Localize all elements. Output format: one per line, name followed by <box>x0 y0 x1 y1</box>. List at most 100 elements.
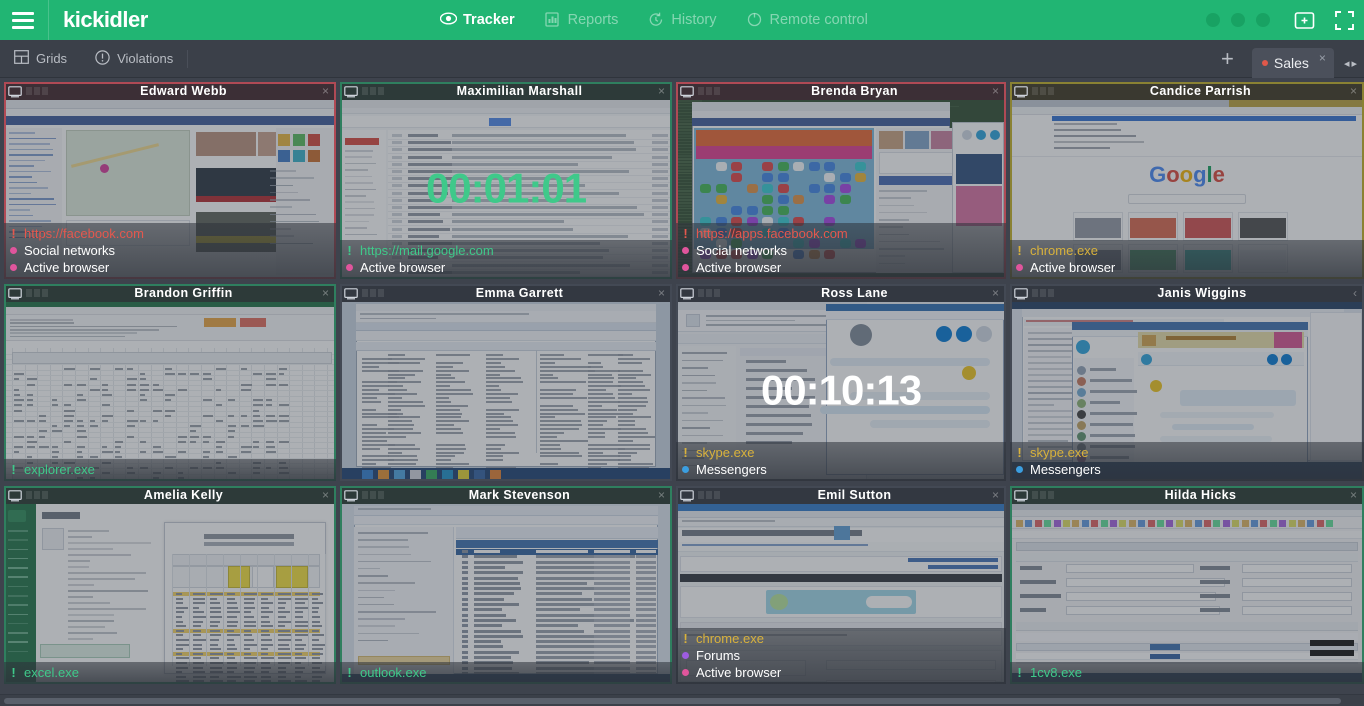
tile-employee-name: Emma Garrett <box>384 286 655 300</box>
nav-item-reports[interactable]: Reports <box>545 0 619 40</box>
category-label: Active browser <box>346 259 666 276</box>
tab-strip: + Sales × ◂ ▸ <box>1203 40 1364 78</box>
nav-item-history[interactable]: History <box>648 0 716 40</box>
tile-close-icon[interactable]: ‹ <box>1350 286 1360 300</box>
category-label-text: Active browser <box>696 664 781 681</box>
tile-screenshot[interactable]: 00:01:01! https://mail.google.com Active… <box>340 100 672 279</box>
employee-tile[interactable]: Brenda Bryan ×! https://apps.facebook.co… <box>676 82 1006 279</box>
violation-app-text: outlook.exe <box>360 664 427 681</box>
category-label: Social networks <box>682 242 1000 259</box>
tab-sales[interactable]: Sales × <box>1252 48 1334 78</box>
tile-grip[interactable] <box>26 491 48 499</box>
screenshot-dim-overlay <box>4 302 336 481</box>
add-window-button[interactable] <box>1284 0 1324 40</box>
tile-screenshot[interactable]: ! 1cv8.exe <box>1010 504 1364 684</box>
tile-close-icon[interactable]: × <box>1347 488 1360 502</box>
category-label: Messengers <box>1016 461 1358 478</box>
tile-grip[interactable] <box>698 289 720 297</box>
add-tab-button[interactable]: + <box>1203 48 1252 78</box>
category-label: Active browser <box>1016 259 1358 276</box>
tile-screenshot[interactable]: Google! chrome.exe Active browser <box>1010 100 1364 279</box>
tile-screenshot[interactable]: ! excel.exe <box>4 504 336 684</box>
status-dot-group <box>1206 13 1284 27</box>
tile-employee-name: Brenda Bryan <box>720 84 989 98</box>
chevron-right-icon[interactable]: ▸ <box>1351 57 1357 70</box>
tile-grip[interactable] <box>362 87 384 95</box>
nav-item-tracker[interactable]: Tracker <box>440 0 515 40</box>
tile-close-icon[interactable]: × <box>1347 84 1360 98</box>
top-bar: kickidler Tracker Reports <box>0 0 1364 40</box>
grids-button[interactable]: Grids <box>0 40 81 78</box>
tile-close-icon[interactable]: × <box>655 286 668 300</box>
tile-grip[interactable] <box>698 491 720 499</box>
report-icon <box>545 12 561 28</box>
tile-employee-name: Amelia Kelly <box>48 488 319 502</box>
tile-grip[interactable] <box>1032 289 1054 297</box>
employee-tile[interactable]: Emma Garrett × <box>340 284 672 481</box>
category-label: Social networks <box>10 242 330 259</box>
tile-grip[interactable] <box>26 289 48 297</box>
employee-tile[interactable]: Brandon Griffin ×! explorer.exe <box>4 284 336 481</box>
nav-item-reports-label: Reports <box>568 12 619 28</box>
remote-control-icon <box>747 12 763 28</box>
tile-close-icon[interactable]: × <box>655 488 668 502</box>
nav-item-remote-control-label: Remote control <box>770 12 868 28</box>
fullscreen-button[interactable] <box>1324 0 1364 40</box>
employee-tile[interactable]: Mark Stevenson ×! outlook.exe <box>340 486 672 684</box>
tile-grip[interactable] <box>26 87 48 95</box>
violation-warning-icon: ! <box>10 461 17 478</box>
employee-tile[interactable]: Ross Lane ×00:10:13! skype.exe Messenger… <box>676 284 1006 481</box>
grid-icon <box>14 50 29 67</box>
tile-close-icon[interactable]: × <box>989 286 1002 300</box>
app-logo-text: kickidler <box>63 7 148 33</box>
tile-grip[interactable] <box>1032 87 1054 95</box>
tile-screenshot[interactable]: ! outlook.exe <box>340 504 672 684</box>
employee-tile[interactable]: Janis Wiggins ‹! skype.exe Messengers <box>1010 284 1364 481</box>
employee-tile[interactable]: Hilda Hicks ×! 1cv8.exe <box>1010 486 1364 684</box>
tile-screenshot[interactable] <box>340 302 672 481</box>
violation-warning-icon: ! <box>1016 664 1023 681</box>
chevron-left-icon[interactable]: ◂ <box>1344 57 1350 70</box>
tile-header: Brenda Bryan × <box>676 82 1006 100</box>
tab-scroll-arrows[interactable]: ◂ ▸ <box>1334 57 1364 78</box>
tile-grip[interactable] <box>362 289 384 297</box>
tile-grip[interactable] <box>698 87 720 95</box>
scrollbar-thumb[interactable] <box>4 698 1341 704</box>
violations-button[interactable]: Violations <box>81 40 187 78</box>
nav-item-remote-control[interactable]: Remote control <box>747 0 868 40</box>
horizontal-scrollbar[interactable] <box>0 694 1364 706</box>
tile-close-icon[interactable]: × <box>655 84 668 98</box>
violation-warning-icon: ! <box>682 225 689 242</box>
hamburger-menu-icon[interactable] <box>0 0 46 40</box>
violation-warning-icon: ! <box>10 225 17 242</box>
screenshot-dim-overlay <box>340 504 672 684</box>
tile-employee-name: Emil Sutton <box>720 488 989 502</box>
category-label-text: Active browser <box>1030 259 1115 276</box>
tile-grip[interactable] <box>362 491 384 499</box>
tile-screenshot[interactable]: ! https://facebook.com Social networks A… <box>4 100 336 279</box>
employee-tile[interactable]: Amelia Kelly × ! excel.exe <box>4 486 336 684</box>
category-label-text: Messengers <box>1030 461 1101 478</box>
tile-close-icon[interactable]: × <box>989 84 1002 98</box>
category-dot <box>682 247 689 254</box>
tile-close-icon[interactable]: × <box>319 488 332 502</box>
tile-close-icon[interactable]: × <box>989 488 1002 502</box>
tile-grip[interactable] <box>1032 491 1054 499</box>
employee-tile[interactable]: Candice Parrish ×Google! chrome.exe Acti… <box>1010 82 1364 279</box>
employee-tile[interactable]: Edward Webb ×! https://facebook.com Soci… <box>4 82 336 279</box>
tile-close-icon[interactable]: × <box>319 84 332 98</box>
tile-screenshot[interactable]: 00:10:13! skype.exe Messengers <box>676 302 1006 481</box>
tile-screenshot[interactable]: ! explorer.exe <box>4 302 336 481</box>
tab-close-icon[interactable]: × <box>1319 48 1326 65</box>
tile-close-icon[interactable]: × <box>319 286 332 300</box>
tile-screenshot[interactable]: ! skype.exe Messengers <box>1010 302 1364 481</box>
tile-header: Janis Wiggins ‹ <box>1010 284 1364 302</box>
monitor-icon <box>1014 489 1028 501</box>
inactivity-timer: 00:10:13 <box>676 366 1006 414</box>
tile-screenshot[interactable]: ! https://apps.facebook.com Social netwo… <box>676 100 1006 279</box>
tile-header: Edward Webb × <box>4 82 336 100</box>
employee-tile[interactable]: Emil Sutton × ! chrome.exe Forums Active … <box>676 486 1006 684</box>
employee-tile[interactable]: Maximilian Marshall ×00:01:01! https://m… <box>340 82 672 279</box>
tile-header: Hilda Hicks × <box>1010 486 1364 504</box>
tile-screenshot[interactable]: ! chrome.exe Forums Active browser <box>676 504 1006 684</box>
